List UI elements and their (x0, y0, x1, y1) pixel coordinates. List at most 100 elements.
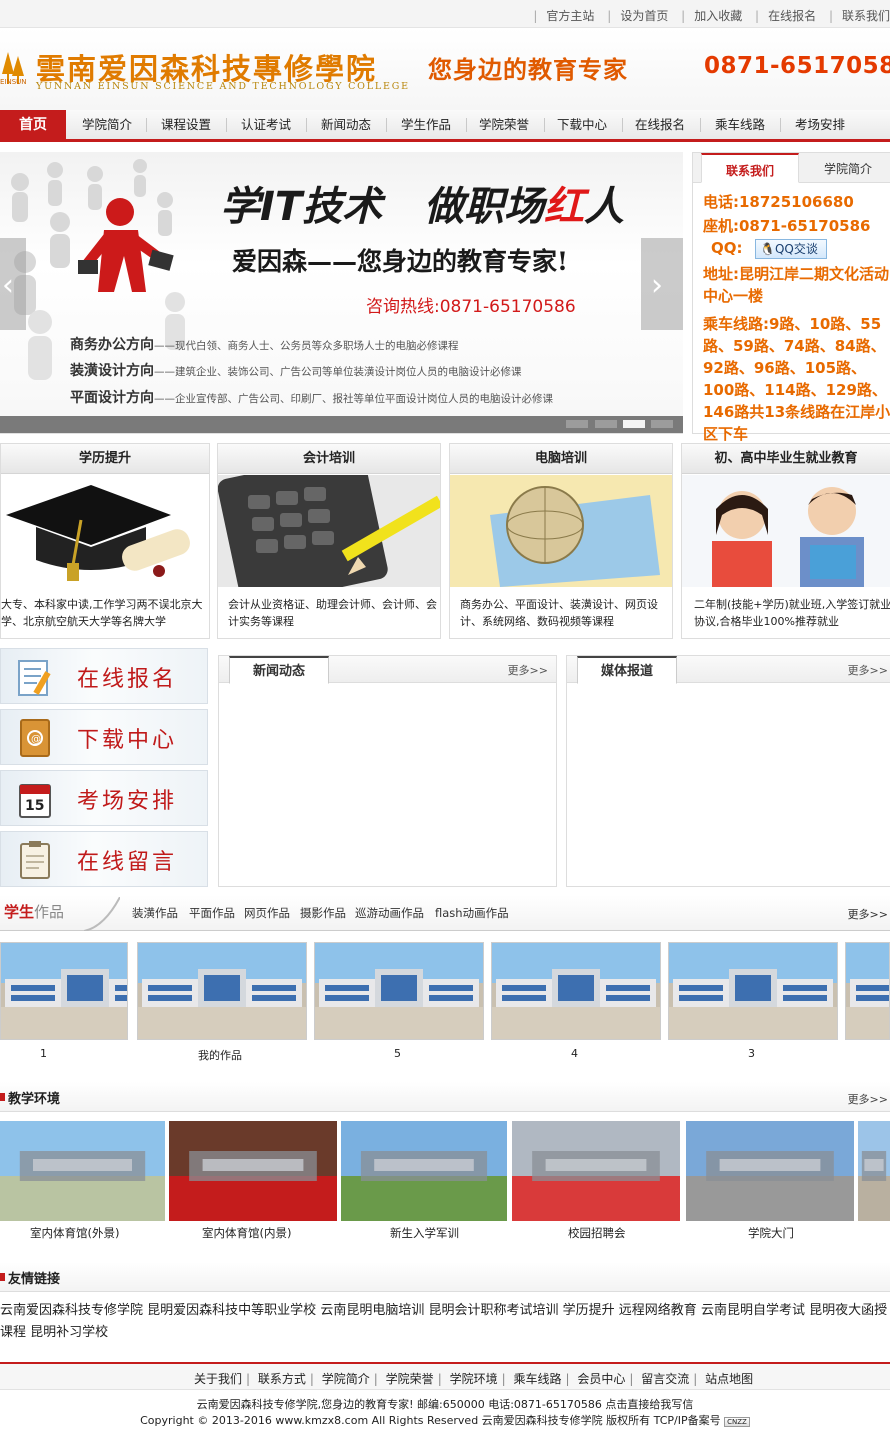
footer-link-honors[interactable]: 学院荣誉 (386, 1372, 434, 1386)
work-thumbnail[interactable] (491, 942, 661, 1040)
category-title: 学历提升 (1, 444, 209, 474)
work-thumbnail[interactable] (845, 942, 890, 1040)
quick-message-button[interactable]: 在线留言 (0, 831, 208, 887)
friend-link[interactable]: 云南昆明自学考试 (701, 1303, 805, 1318)
top-link-set-home[interactable]: 设为首页 (620, 9, 668, 23)
category-education[interactable]: 学历提升 大专、本科家中读,工作学习两不误北京大学、北京航空航天大学等名牌大学 (0, 443, 210, 639)
work-thumbnail[interactable] (314, 942, 484, 1040)
banner-title-b-pre: 做职场 (424, 184, 544, 230)
qq-chat-button[interactable]: 🐧QQ交谈 (755, 239, 827, 259)
direction-name: 装潢设计方向 (70, 363, 154, 379)
footer-link-sitemap[interactable]: 站点地图 (705, 1372, 753, 1386)
footer-link-messages[interactable]: 留言交流 (641, 1372, 689, 1386)
media-more-link[interactable]: 更多>> (848, 662, 888, 678)
env-photo[interactable] (169, 1121, 337, 1221)
env-caption: 学院大门 (748, 1226, 794, 1240)
env-photo[interactable] (858, 1121, 890, 1221)
work-caption: 1 (40, 1047, 47, 1060)
banner-prev-button[interactable]: ‹ (0, 238, 26, 330)
banner-title-a: 学IT技术 (220, 184, 383, 230)
category-computer[interactable]: 电脑培训 商务办公、平面设计、装潢设计、网页设计、系统网络、数码视频等课程 (449, 443, 673, 639)
banner-next-button[interactable]: › (641, 238, 683, 330)
tab-intro[interactable]: 学院简介 (803, 153, 890, 183)
nav-item-works[interactable]: 学生作品 (388, 110, 464, 139)
works-cat-photo[interactable]: 摄影作品 (300, 905, 346, 921)
cnzz-badge[interactable]: CNZZ (724, 1417, 750, 1427)
building-photo (1, 943, 127, 1039)
footer-link-members[interactable]: 会员中心 (577, 1372, 625, 1386)
news-tab[interactable]: 新闻动态 (229, 656, 329, 684)
globe-laptop-image (450, 475, 672, 587)
quick-button-label: 在线留言 (77, 850, 178, 875)
building-photo (492, 943, 660, 1039)
env-caption: 室内体育馆(内景) (202, 1226, 292, 1240)
env-more-link[interactable]: 更多>> (848, 1091, 888, 1107)
banner-dot-2[interactable] (595, 420, 617, 428)
section-bullet-icon (0, 1273, 5, 1281)
banner-direction-3: 平面设计方向——企业宣传部、广告公司、印刷厂、报社等单位平面设计岗位人员的电脑设… (70, 387, 553, 407)
media-tab[interactable]: 媒体报道 (577, 656, 677, 684)
footer-link-bus[interactable]: 乘车线路 (513, 1372, 561, 1386)
direction-desc: ——建筑企业、装饰公司、广告公司等单位装潢设计岗位人员的电脑设计必修课 (154, 366, 522, 378)
top-link-enroll[interactable]: 在线报名 (768, 9, 816, 23)
friend-link[interactable]: 学历提升 (563, 1303, 615, 1318)
env-photo-image (169, 1121, 337, 1221)
works-cat-animation[interactable]: 巡游动画作品 (355, 905, 424, 921)
top-link-main-site[interactable]: 官方主站 (546, 9, 594, 23)
nav-item-enroll[interactable]: 在线报名 (622, 110, 698, 139)
work-thumbnail[interactable] (137, 942, 307, 1040)
header-hotline: 0871-65170586 (704, 53, 890, 79)
nav-item-honors[interactable]: 学院荣誉 (466, 110, 542, 139)
nav-item-about[interactable]: 学院简介 (70, 110, 144, 139)
news-box-header: 新闻动态 更多>> (219, 656, 556, 684)
nav-item-exam-schedule[interactable]: 考场安排 (782, 110, 858, 139)
friend-link[interactable]: 昆明爱因森科技中等职业学校 (147, 1303, 316, 1318)
footer-link-environment[interactable]: 学院环境 (450, 1372, 498, 1386)
category-accounting[interactable]: 会计培训 会计从业资格证、助理会计师、会计师、会计实务等课程 (217, 443, 441, 639)
works-cat-decoration[interactable]: 装潢作品 (132, 905, 178, 921)
nav-item-courses[interactable]: 课程设置 (148, 110, 224, 139)
top-link-bookmark[interactable]: 加入收藏 (694, 9, 742, 23)
friend-link[interactable]: 远程网络教育 (619, 1303, 697, 1318)
quick-download-button[interactable]: @ 下载中心 (0, 709, 208, 765)
friend-link[interactable]: 昆明补习学校 (30, 1325, 108, 1340)
footer-link-about[interactable]: 关于我们 (194, 1372, 242, 1386)
nav-item-bus[interactable]: 乘车线路 (702, 110, 778, 139)
nav-item-exams[interactable]: 认证考试 (228, 110, 304, 139)
banner-dot-4[interactable] (651, 420, 673, 428)
friend-link[interactable]: 云南爱因森科技专修学院 (0, 1303, 143, 1318)
env-photo[interactable] (686, 1121, 854, 1221)
building-photo (846, 943, 889, 1039)
banner-slider[interactable]: 学IT技术 做职场红人 爱因森——您身边的教育专家! 咨询热线:0871-651… (0, 152, 683, 434)
footer-link-contact[interactable]: 联系方式 (258, 1372, 306, 1386)
top-link-contact[interactable]: 联系我们 (842, 9, 890, 23)
env-photo[interactable] (0, 1121, 165, 1221)
nav-item-home[interactable]: 首页 (0, 110, 66, 139)
quick-exam-button[interactable]: 15 考场安排 (0, 770, 208, 826)
news-more-link[interactable]: 更多>> (508, 662, 548, 678)
works-header-swoosh (84, 897, 120, 931)
works-cat-graphic[interactable]: 平面作品 (189, 905, 235, 921)
nav-item-news[interactable]: 新闻动态 (308, 110, 384, 139)
works-cat-flash[interactable]: flash动画作品 (435, 905, 509, 921)
works-more-link[interactable]: 更多>> (848, 906, 888, 922)
nav-item-downloads[interactable]: 下载中心 (544, 110, 620, 139)
works-cat-web[interactable]: 网页作品 (244, 905, 290, 921)
quick-enroll-button[interactable]: 在线报名 (0, 648, 208, 704)
work-thumbnail[interactable] (668, 942, 838, 1040)
banner-dot-1[interactable] (566, 420, 588, 428)
main-nav: 首页 学院简介 课程设置 认证考试 新闻动态 学生作品 学院荣誉 下载中心 在线… (0, 110, 890, 142)
footer-link-intro[interactable]: 学院简介 (322, 1372, 370, 1386)
category-employment[interactable]: 初、高中毕业生就业教育 二年制(技能+学历)就业班,入学签订就业协议,合格毕业1… (681, 443, 890, 639)
env-photo[interactable] (512, 1121, 680, 1221)
category-desc: 会计从业资格证、助理会计师、会计师、会计实务等课程 (228, 598, 437, 628)
qq-chat-label: QQ交谈 (774, 242, 818, 256)
svg-text:@: @ (31, 734, 41, 745)
friend-link[interactable]: 云南昆明电脑培训 (320, 1303, 424, 1318)
friend-links: 云南爱因森科技专修学院 昆明爱因森科技中等职业学校 云南昆明电脑培训 昆明会计职… (0, 1300, 890, 1344)
work-thumbnail[interactable] (0, 942, 128, 1040)
tab-contact[interactable]: 联系我们 (701, 153, 799, 183)
friend-link[interactable]: 昆明会计职称考试培训 (428, 1303, 558, 1318)
banner-dot-3-active[interactable] (623, 420, 645, 428)
env-photo[interactable] (341, 1121, 507, 1221)
